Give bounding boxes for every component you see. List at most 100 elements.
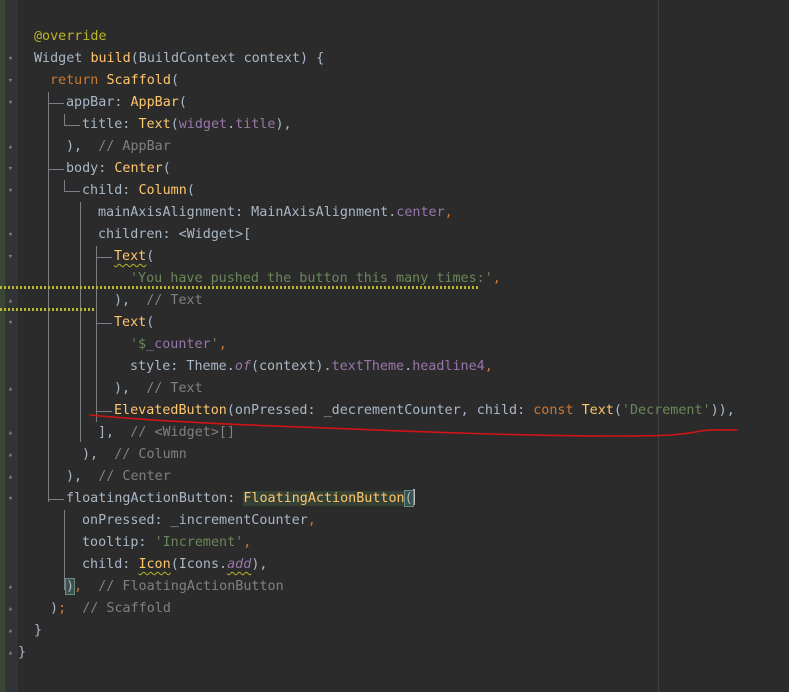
indent-guide xyxy=(48,92,49,502)
fold-icon[interactable]: ▾ xyxy=(6,164,15,174)
fold-icon[interactable]: ▴ xyxy=(6,582,15,592)
indent-guide xyxy=(80,202,81,442)
code-line-28: } xyxy=(34,620,42,642)
code-line-21: ), // Center xyxy=(66,466,171,488)
param-token: child: xyxy=(82,183,139,198)
indent-guide xyxy=(64,191,80,192)
closing-label-comment: // Text xyxy=(130,381,203,396)
keyword-token: return xyxy=(50,73,107,88)
code-line-26: ), // FloatingActionButton xyxy=(64,576,284,598)
fold-icon[interactable]: ▴ xyxy=(6,142,15,152)
fold-icon[interactable]: ▾ xyxy=(6,318,15,328)
indent-guide xyxy=(64,125,80,126)
closing-label-comment: // FloatingActionButton xyxy=(82,579,284,594)
punct-token: ), xyxy=(251,557,268,572)
punct-token: . xyxy=(404,359,413,374)
punct-token: ( xyxy=(186,183,195,198)
fold-icon[interactable]: ▾ xyxy=(6,186,15,196)
fold-icon[interactable]: ▴ xyxy=(6,604,15,614)
indent-guide xyxy=(64,510,65,590)
field-token: widget xyxy=(178,117,228,132)
code-line-1: @override xyxy=(34,26,107,48)
punct-token: (context). xyxy=(250,359,332,374)
class-token: FloatingActionButton xyxy=(243,491,405,506)
code-line-25: child: Icon(Icons.add), xyxy=(82,554,267,576)
class-token: Center xyxy=(114,161,163,176)
fold-icon[interactable]: ▾ xyxy=(6,252,15,262)
code-line-29: } xyxy=(18,642,26,664)
fold-icon[interactable]: ▾ xyxy=(6,76,15,86)
punct-token: ( xyxy=(178,95,187,110)
code-line-2: Widget build(BuildContext context) { xyxy=(34,48,324,70)
args-token: (onPressed: _decrementCounter, child: xyxy=(226,403,534,418)
closing-label-comment: // Column xyxy=(98,447,187,462)
fold-icon[interactable]: ▴ xyxy=(6,296,15,306)
fold-icon[interactable]: ▴ xyxy=(6,450,15,460)
param-token: appBar: xyxy=(66,95,131,110)
punct-token: , xyxy=(492,271,501,286)
punct-token: ), xyxy=(114,293,131,308)
fold-icon[interactable]: ▴ xyxy=(6,472,15,482)
static-field-token: add xyxy=(227,557,252,572)
param-token: title: xyxy=(82,117,139,132)
class-token: Column xyxy=(138,183,187,198)
string-token: 'Increment' xyxy=(154,535,244,550)
punct-token: (Icons. xyxy=(170,557,228,572)
interpolated-field-token: _counter xyxy=(146,337,211,352)
code-line-22: floatingActionButton: FloatingActionButt… xyxy=(66,488,415,510)
punct-token: , xyxy=(307,513,316,528)
punct-token: ( xyxy=(170,73,179,88)
param-token: onPressed: _incrementCounter xyxy=(82,513,308,528)
punct-token: ( xyxy=(146,315,155,330)
code-line-24: tooltip: 'Increment', xyxy=(82,532,251,554)
code-line-17: ), // Text xyxy=(114,378,203,400)
static-method-token: of xyxy=(234,359,251,374)
closing-label-comment: // Scaffold xyxy=(66,601,171,616)
fold-icon[interactable]: ▴ xyxy=(6,626,15,636)
param-token: mainAxisAlignment: MainAxisAlignment. xyxy=(98,205,397,220)
code-editor[interactable]: @override Widget build(BuildContext cont… xyxy=(0,0,789,692)
punct-token: ; xyxy=(58,601,67,616)
class-token: Text xyxy=(138,117,171,132)
fold-icon[interactable]: ▾ xyxy=(6,230,15,240)
punct-token: ( xyxy=(613,403,622,418)
fold-icon[interactable]: ▴ xyxy=(6,648,15,658)
fold-icon[interactable]: ▾ xyxy=(6,98,15,108)
class-token: Text xyxy=(114,315,147,330)
fold-icon[interactable]: ▾ xyxy=(6,494,15,504)
code-line-11: Text( xyxy=(114,246,154,268)
indent-guide xyxy=(48,499,64,500)
param-token: body: xyxy=(66,161,115,176)
matched-bracket: ( xyxy=(403,490,414,507)
punct-token: ( xyxy=(170,117,179,132)
punct-token: , xyxy=(243,535,252,550)
code-line-3: return Scaffold( xyxy=(50,70,179,92)
class-token: ElevatedButton xyxy=(114,403,227,418)
code-line-10: children: <Widget>[ xyxy=(98,224,251,246)
field-token: title xyxy=(235,117,276,132)
param-token: floatingActionButton: xyxy=(66,491,244,506)
indent-guide xyxy=(96,323,112,324)
param-token: child: xyxy=(82,557,139,572)
code-line-18: ElevatedButton(onPressed: _decrementCoun… xyxy=(114,400,735,422)
method-name-token: build xyxy=(90,51,131,66)
string-token: ' xyxy=(210,337,219,352)
punct-token: ), xyxy=(82,447,99,462)
field-token: center xyxy=(396,205,445,220)
code-line-5: title: Text(widget.title), xyxy=(82,114,292,136)
code-line-9: mainAxisAlignment: MainAxisAlignment.cen… xyxy=(98,202,453,224)
code-line-16: style: Theme.of(context).textTheme.headl… xyxy=(130,356,493,378)
closing-label-comment: // <Widget>[] xyxy=(114,425,236,440)
code-line-8: child: Column( xyxy=(82,180,195,202)
class-token: Text xyxy=(114,249,147,264)
field-token: headline4 xyxy=(412,359,485,374)
code-line-19: ], // <Widget>[] xyxy=(98,422,235,444)
field-token: textTheme xyxy=(331,359,405,374)
fold-icon[interactable]: ▴ xyxy=(6,428,15,438)
class-token: Icon xyxy=(138,557,171,572)
indent-guide xyxy=(96,411,112,412)
matched-bracket: ) xyxy=(64,578,76,595)
fold-icon[interactable]: ▴ xyxy=(6,384,15,394)
fold-icon[interactable]: ▾ xyxy=(6,54,15,64)
code-line-6: ), // AppBar xyxy=(66,136,171,158)
